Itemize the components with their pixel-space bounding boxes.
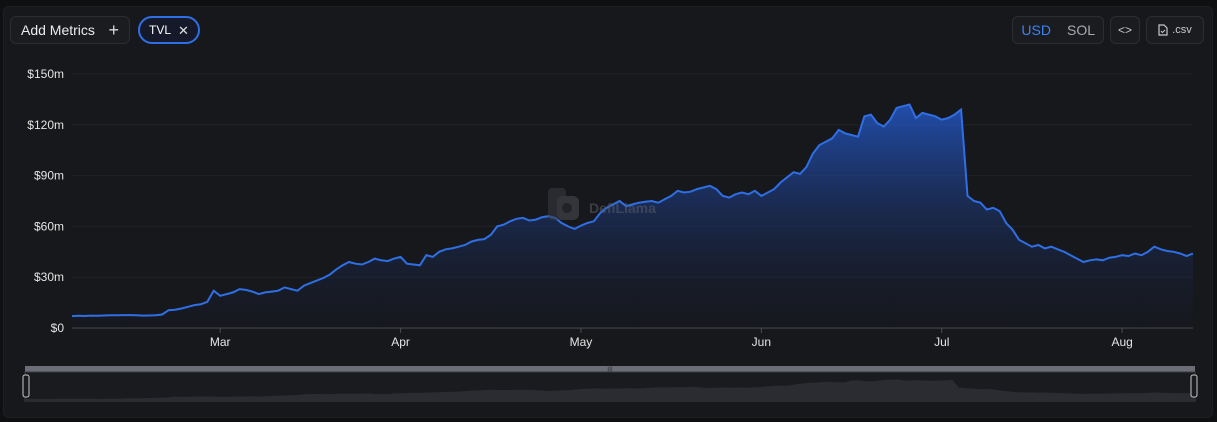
y-tick-label: $30m xyxy=(34,270,64,284)
watermark: DefiLlama xyxy=(548,188,656,220)
navigator-handle-left[interactable] xyxy=(22,374,30,398)
x-tick-label: May xyxy=(570,335,593,349)
y-tick-label: $0 xyxy=(51,321,65,335)
x-tick-label: Aug xyxy=(1111,335,1132,349)
navigator-handle-right[interactable] xyxy=(1190,374,1198,398)
x-tick-label: Jun xyxy=(752,335,771,349)
y-tick-label: $90m xyxy=(34,169,64,183)
tvl-area xyxy=(72,104,1193,328)
x-tick-label: Mar xyxy=(210,335,231,349)
y-tick-label: $120m xyxy=(27,118,64,132)
y-tick-label: $150m xyxy=(27,67,64,81)
range-navigator: ||| xyxy=(22,366,1198,402)
watermark-text: DefiLlama xyxy=(589,200,656,216)
x-axis: Mar Apr May Jun Jul Aug xyxy=(210,328,1133,349)
tvl-chart: $0 $30m $60m $90m $120m $150m Mar Apr May Jun Jul… xyxy=(22,67,1198,402)
x-tick-label: Jul xyxy=(934,335,949,349)
llama-logo xyxy=(548,188,579,220)
y-tick-label: $60m xyxy=(34,219,64,233)
x-tick-label: Apr xyxy=(391,335,410,349)
y-axis: $0 $30m $60m $90m $120m $150m xyxy=(27,67,64,335)
